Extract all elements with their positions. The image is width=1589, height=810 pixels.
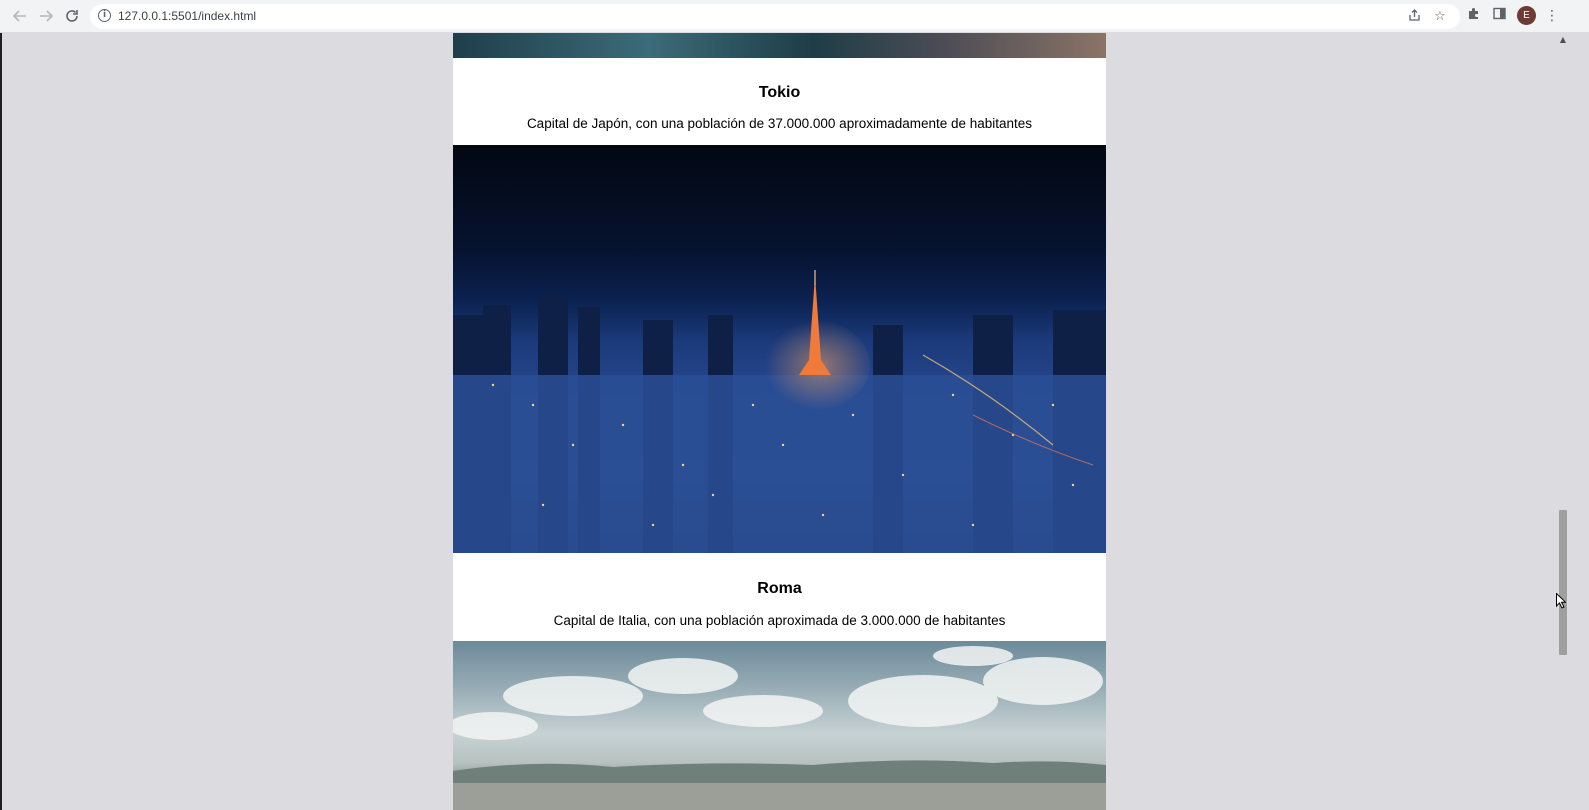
back-button[interactable]: [9, 5, 31, 27]
window-edge: [0, 33, 2, 810]
info-icon[interactable]: i: [98, 9, 111, 22]
star-icon[interactable]: ☆: [1431, 9, 1449, 25]
side-panel-icon[interactable]: [1489, 6, 1509, 26]
browser-toolbar: i 127.0.0.1:5501/index.html ☆ E ⋮: [0, 0, 1589, 33]
card-title: Tokio: [758, 84, 801, 101]
card-description: Capital de Italia, con una población apr…: [553, 613, 1006, 628]
kebab-menu-icon[interactable]: ⋮: [1542, 6, 1562, 26]
share-icon[interactable]: [1405, 9, 1423, 25]
address-bar[interactable]: i 127.0.0.1:5501/index.html ☆: [90, 4, 1460, 29]
avatar[interactable]: E: [1517, 6, 1536, 25]
scrollbar-thumb[interactable]: [1559, 510, 1567, 655]
reload-button[interactable]: [61, 5, 83, 27]
card-roma: Roma Capital de Italia, con una població…: [453, 553, 1106, 641]
vertical-scrollbar[interactable]: ▲: [1557, 33, 1569, 810]
card-title: Roma: [757, 580, 802, 597]
previous-city-image: [453, 33, 1106, 58]
forward-button[interactable]: [35, 5, 57, 27]
card-description: Capital de Japón, con una población de 3…: [526, 116, 1033, 131]
url-text[interactable]: 127.0.0.1:5501/index.html: [118, 9, 256, 23]
puzzle-icon[interactable]: [1463, 6, 1483, 26]
roma-image: [453, 641, 1106, 810]
arrow-right-icon: [40, 10, 53, 22]
arrow-left-icon: [13, 10, 26, 22]
cursor-icon: [1556, 593, 1566, 609]
window-edge-right: [1569, 33, 1589, 810]
card-tokio: Tokio Capital de Japón, con una població…: [453, 58, 1106, 145]
page-content: Tokio Capital de Japón, con una població…: [453, 33, 1106, 810]
reload-icon: [66, 10, 78, 22]
scroll-up-icon[interactable]: ▲: [1557, 35, 1569, 45]
tokio-image: [453, 145, 1106, 553]
